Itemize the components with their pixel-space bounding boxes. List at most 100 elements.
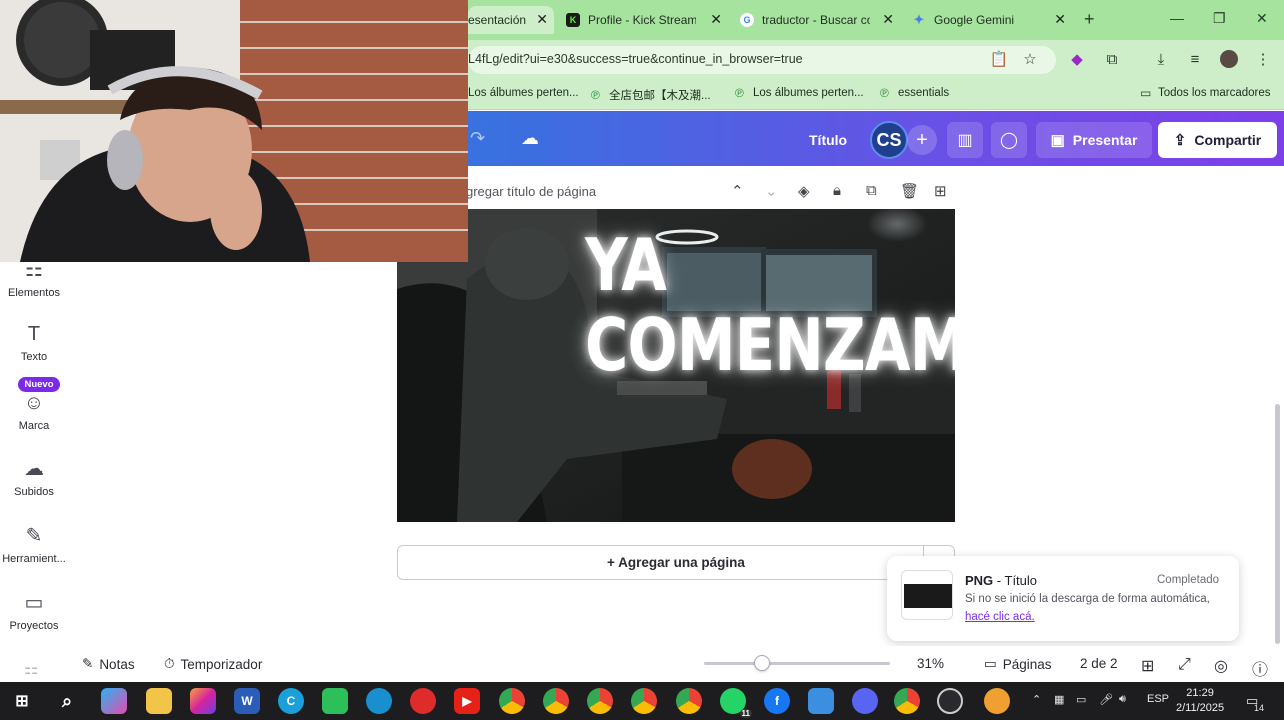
app-c-icon[interactable]: C <box>278 688 304 714</box>
duplicate-page-icon[interactable]: ⧉ <box>866 182 877 199</box>
tab-google-gemini[interactable]: ✦ Google Gemini ✕ <box>906 6 1072 34</box>
apps-icon[interactable]: ⚏ <box>24 659 38 679</box>
word-icon[interactable]: W <box>234 688 260 714</box>
browser-menu-icon[interactable]: ⋮ <box>1254 50 1272 68</box>
page-title-field[interactable]: gregar título de página <box>466 184 596 199</box>
slide-thumbnail[interactable]: YA COMENZAMOS <box>397 209 955 522</box>
hide-page-icon[interactable]: ◈ <box>798 182 810 200</box>
zoom-level[interactable]: 31% <box>917 656 944 671</box>
pages-button[interactable]: ▭ Páginas <box>984 656 1052 672</box>
add-page-button[interactable]: + Agregar una página <box>397 545 955 580</box>
notification-count: 14 <box>1254 703 1265 713</box>
chrome-icon[interactable] <box>499 688 525 714</box>
redo-icon[interactable]: ↷ <box>470 128 485 149</box>
chrome-icon[interactable] <box>894 688 920 714</box>
tray-app-icon[interactable]: ▦ <box>1054 693 1064 706</box>
language-indicator[interactable]: ESP <box>1147 693 1169 705</box>
download-icon[interactable]: ⤓ <box>1152 50 1170 68</box>
lock-icon[interactable]: 🔒︎ <box>833 182 841 199</box>
chevron-up-icon[interactable]: ⌃ <box>731 182 744 200</box>
close-tab-icon[interactable]: ✕ <box>710 11 722 28</box>
share-button[interactable]: ⇪ Compartir <box>1158 122 1277 158</box>
screen: esentación ✕ K Profile - Kick Streame ✕ … <box>0 0 1284 720</box>
insights-button[interactable]: ▥ <box>947 122 983 158</box>
app-window-icon[interactable] <box>808 688 834 714</box>
tray-overflow-icon[interactable]: ⌃ <box>1032 693 1041 706</box>
pages-label: Páginas <box>1002 656 1052 672</box>
whatsapp-icon[interactable]: 11 <box>720 688 752 718</box>
phone-app-icon[interactable] <box>322 688 348 714</box>
address-url[interactable]: L4fLg/edit?ui=e30&success=true&continue_… <box>468 52 803 66</box>
chevron-down-icon[interactable]: ⌄ <box>765 182 778 200</box>
notes-button[interactable]: ✎ Notas <box>82 656 135 672</box>
extension-diamond-icon[interactable]: ◆ <box>1068 50 1086 68</box>
clock-time: 21:29 <box>1186 687 1214 699</box>
sidebar-item-herramientas[interactable]: ✎ Herramient... <box>0 525 68 565</box>
bookmark-item[interactable]: ℗ 全店包邮【木及潮... <box>591 87 711 103</box>
sidebar-item-elementos[interactable]: ⚏ Elementos <box>0 259 68 299</box>
instagram-icon[interactable] <box>190 688 216 714</box>
bookmark-item[interactable]: Los álbumes perten... <box>468 87 579 99</box>
zoom-slider-track[interactable] <box>704 662 890 665</box>
restore-icon[interactable]: ❐ <box>1213 10 1226 27</box>
microphone-icon[interactable]: 🎤︎ <box>1099 693 1113 706</box>
sidebar-item-texto[interactable]: T Texto <box>0 323 68 363</box>
cloud-sync-icon[interactable]: ☁ <box>521 128 539 149</box>
minimize-icon[interactable]: — <box>1170 10 1184 26</box>
extensions-puzzle-icon[interactable]: ⧉ <box>1103 50 1121 68</box>
chrome-icon[interactable] <box>676 688 702 714</box>
comments-button[interactable]: ◯ <box>991 122 1027 158</box>
all-bookmarks[interactable]: ▭ Todos los marcadores <box>1140 87 1271 99</box>
media-player-icon[interactable] <box>410 688 436 714</box>
app-orange-icon[interactable] <box>984 688 1010 714</box>
tab-canva-presentation[interactable]: esentación ✕ <box>468 6 554 34</box>
tab-google-translate-search[interactable]: G traductor - Buscar co ✕ <box>734 6 900 34</box>
sidebar-item-subidos[interactable]: ☁ Subidos <box>0 458 68 498</box>
sidebar-item-marca[interactable]: ☺ Marca <box>0 392 68 432</box>
window-close-icon[interactable]: ✕ <box>1256 10 1268 27</box>
media-queue-icon[interactable]: ≡ <box>1186 50 1204 68</box>
chrome-icon[interactable] <box>543 688 569 714</box>
profile-avatar-icon[interactable] <box>1220 50 1238 68</box>
bookmark-item[interactable]: ℗ Los álbumes perten... <box>735 87 864 99</box>
new-tab-icon[interactable]: + <box>1084 9 1095 30</box>
zoom-slider-handle[interactable] <box>754 655 770 671</box>
check-circle-icon[interactable]: ◎ <box>1214 656 1228 676</box>
file-explorer-icon[interactable] <box>146 688 172 714</box>
windows-start-icon[interactable]: ⊞ <box>9 688 35 714</box>
network-icon[interactable]: ▭ <box>1076 693 1086 706</box>
edge-icon[interactable] <box>366 688 392 714</box>
clipboard-icon[interactable]: 📋 <box>990 50 1009 68</box>
youtube-icon[interactable]: ▶ <box>454 688 480 714</box>
fullscreen-icon[interactable]: ⤢ <box>1178 656 1191 674</box>
bookmark-item[interactable]: ℗ essentials <box>880 87 949 99</box>
sidebar-item-proyectos[interactable]: ▭ Proyectos <box>0 592 68 632</box>
close-tab-icon[interactable]: ✕ <box>882 11 894 28</box>
vertical-scrollbar[interactable] <box>1275 404 1280 644</box>
add-page-icon[interactable]: ⊞ <box>934 182 947 200</box>
facebook-icon[interactable]: f <box>764 688 790 714</box>
bookmark-star-icon[interactable]: ☆ <box>1021 50 1039 68</box>
discord-icon[interactable] <box>852 688 878 714</box>
pages-icon: ▭ <box>984 656 997 671</box>
volume-icon[interactable]: 🔊︎ <box>1119 693 1126 706</box>
copilot-icon[interactable] <box>101 688 127 714</box>
present-button[interactable]: ▣ Presentar <box>1036 122 1152 158</box>
tab-kick-profile[interactable]: K Profile - Kick Streame ✕ <box>560 6 728 34</box>
clock[interactable]: 21:29 2/11/2025 <box>1176 686 1224 716</box>
tab-label: esentación <box>468 13 527 27</box>
obs-icon[interactable] <box>937 688 963 714</box>
timer-button[interactable]: ⏱ Temporizador <box>164 656 262 672</box>
chrome-icon[interactable] <box>631 688 657 714</box>
grid-view-icon[interactable]: ⊞ <box>1141 656 1154 676</box>
delete-page-icon[interactable]: 🗑︎ <box>900 182 919 200</box>
design-title[interactable]: Título <box>809 132 847 148</box>
search-icon[interactable]: ⌕ <box>54 688 80 714</box>
chrome-icon[interactable] <box>587 688 613 714</box>
close-tab-icon[interactable]: ✕ <box>1054 11 1066 28</box>
close-tab-icon[interactable]: ✕ <box>536 11 548 28</box>
add-collaborator-icon[interactable]: + <box>907 125 937 155</box>
download-retry-link[interactable]: hacé clic acá. <box>965 611 1035 623</box>
collaborator-avatar[interactable]: CS <box>870 121 908 159</box>
help-icon[interactable]: ⓘ <box>1252 656 1268 680</box>
